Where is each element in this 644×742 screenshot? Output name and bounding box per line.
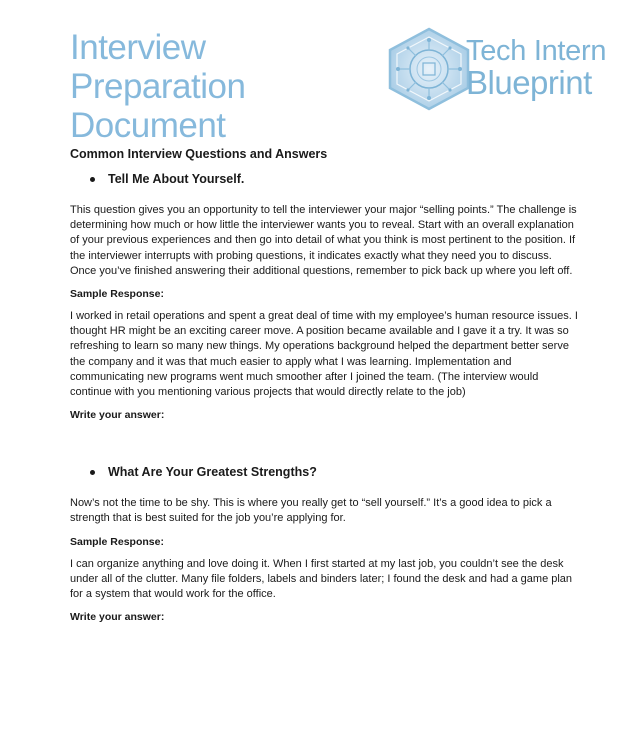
bullet-icon xyxy=(90,469,95,475)
logo-text-line2: Blueprint xyxy=(466,64,592,101)
sample-response-text: I worked in retail operations and spent … xyxy=(70,310,578,399)
answer-area[interactable] xyxy=(70,430,580,464)
question-intro: Now’s not the time to be shy. This is wh… xyxy=(70,497,552,525)
tech-intern-blueprint-logo: Tech Intern Blueprint xyxy=(384,26,624,112)
bullet-icon xyxy=(90,176,95,182)
question-heading-greatest-strengths: What Are Your Greatest Strengths? xyxy=(70,464,580,480)
logo-text-line1: Tech Intern xyxy=(466,35,607,67)
write-your-answer-label: Write your answer: xyxy=(70,409,165,422)
question-title: Tell Me About Yourself. xyxy=(108,172,245,186)
document-body: Common Interview Questions and Answers T… xyxy=(70,146,580,632)
question-heading-tell-me-about-yourself: Tell Me About Yourself. xyxy=(70,171,580,187)
section-heading: Common Interview Questions and Answers xyxy=(70,147,328,161)
sample-response-text: I can organize anything and love doing i… xyxy=(70,557,573,601)
document-title-line2: Document xyxy=(70,106,226,145)
document-header: Interview Preparation Document Tech Inte… xyxy=(0,0,644,145)
question-intro: This question gives you an opportunity t… xyxy=(70,204,577,277)
write-your-answer-label: Write your answer: xyxy=(70,611,165,624)
logo-text: Tech Intern Blueprint xyxy=(466,36,626,100)
document-title: Interview Preparation Document xyxy=(70,28,390,145)
hexagon-circuit-icon xyxy=(388,27,470,111)
sample-response-label: Sample Response: xyxy=(70,535,164,548)
document-page: Interview Preparation Document Tech Inte… xyxy=(0,0,644,742)
question-title: What Are Your Greatest Strengths? xyxy=(108,465,317,480)
document-title-line1: Interview Preparation xyxy=(70,28,246,106)
sample-response-label: Sample Response: xyxy=(70,288,164,301)
